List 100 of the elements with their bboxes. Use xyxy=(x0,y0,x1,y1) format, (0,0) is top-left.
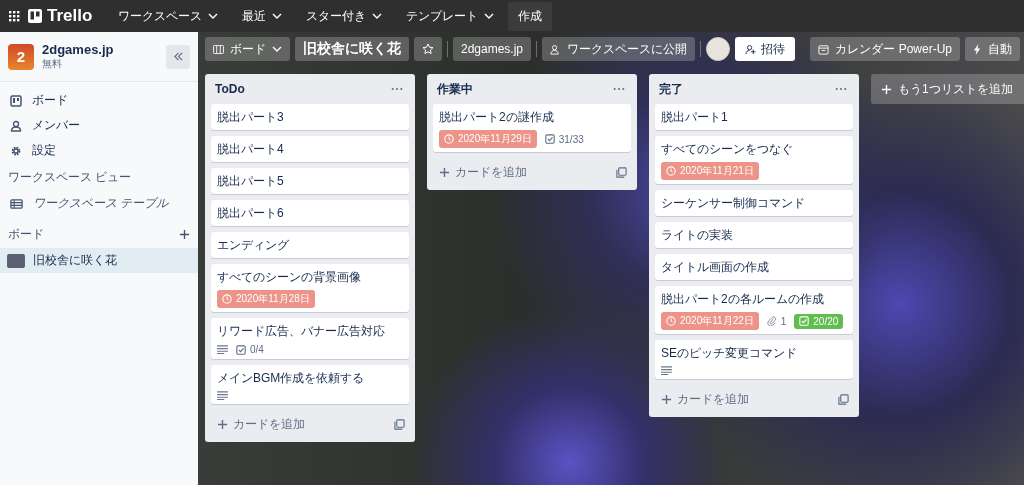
checkbox-icon xyxy=(236,344,246,355)
card[interactable]: 脱出パート4 xyxy=(211,136,409,162)
list-title: ToDo xyxy=(215,82,245,96)
calendar-icon xyxy=(818,43,830,55)
nav-menu[interactable]: テンプレート xyxy=(396,1,505,31)
card-title: タイトル画面の作成 xyxy=(661,259,770,276)
board-title[interactable]: 旧校舎に咲く花 xyxy=(295,37,409,61)
card[interactable]: シーケンサー制御コマンド xyxy=(655,190,853,216)
due-date-badge: 2020年11月29日 xyxy=(439,130,537,148)
sidebar-item[interactable]: ボード xyxy=(0,88,198,113)
view-switcher[interactable]: ボード xyxy=(205,37,290,61)
table-icon xyxy=(10,197,23,210)
ellipsis-icon xyxy=(835,87,847,91)
nav-menu[interactable]: スター付き xyxy=(296,1,393,31)
card-template-icon[interactable] xyxy=(838,393,849,405)
star-button[interactable] xyxy=(414,37,442,61)
card[interactable]: 脱出パート1 xyxy=(655,104,853,130)
card-template-icon[interactable] xyxy=(394,418,405,430)
section-heading: ボード xyxy=(8,225,44,243)
calendar-button[interactable]: カレンダー Power-Up xyxy=(810,37,960,61)
nav-menu[interactable]: ワークスペース xyxy=(108,1,229,31)
clock-icon xyxy=(666,166,676,176)
card-title: 脱出パート1 xyxy=(661,109,729,126)
card[interactable]: 脱出パート2の謎作成 2020年11月29日 31/33 xyxy=(433,104,631,152)
card-title: エンディング xyxy=(217,237,290,254)
card-title: 脱出パート2の各ルームの作成 xyxy=(661,291,825,308)
workspace-button[interactable]: 2dgames.jp xyxy=(453,37,532,61)
due-date-badge: 2020年11月22日 xyxy=(661,312,759,330)
due-date-badge: 2020年11月21日 xyxy=(661,162,759,180)
sidebar-item[interactable]: メンバー xyxy=(0,113,198,138)
list-menu-button[interactable] xyxy=(389,85,405,93)
avatar[interactable] xyxy=(706,37,731,61)
checklist-count: 20/20 xyxy=(794,313,844,329)
list-title: 完了 xyxy=(659,80,683,98)
nav-menu[interactable]: 最近 xyxy=(232,1,293,31)
add-list-button[interactable]: もう1つリストを追加 xyxy=(871,74,1024,104)
card[interactable]: すべてのシーンの背景画像 2020年11月28日 xyxy=(211,264,409,312)
star-icon xyxy=(422,43,434,55)
visibility-button[interactable]: ワークスペースに公開 xyxy=(542,37,696,61)
card-title: 脱出パート4 xyxy=(217,141,285,158)
card-title: メインBGM作成を依頼する xyxy=(217,370,366,387)
card[interactable]: 脱出パート5 xyxy=(211,168,409,194)
plan-label: 無料 xyxy=(42,57,63,71)
collapse-sidebar-button[interactable] xyxy=(166,44,190,69)
ellipsis-icon xyxy=(613,87,625,91)
person-icon xyxy=(10,119,22,132)
double-chevron-icon xyxy=(172,51,184,62)
clock-icon xyxy=(666,316,676,326)
caret-icon xyxy=(372,13,383,19)
add-board-button[interactable] xyxy=(179,228,190,240)
card[interactable]: タイトル画面の作成 xyxy=(655,254,853,280)
card-title: すべてのシーンの背景画像 xyxy=(217,269,362,286)
card[interactable]: 脱出パート6 xyxy=(211,200,409,226)
card-template-icon[interactable] xyxy=(616,166,627,178)
card[interactable]: メインBGM作成を依頼する xyxy=(211,365,409,404)
card-title: ライトの実装 xyxy=(661,227,734,244)
card[interactable]: 脱出パート3 xyxy=(211,104,409,130)
checklist-count: 0/4 xyxy=(236,344,264,355)
card[interactable]: SEのピッチ変更コマンド xyxy=(655,340,853,379)
clock-icon xyxy=(222,294,232,304)
board-thumbnail xyxy=(7,253,25,268)
sidebar-item[interactable]: 設定 xyxy=(0,138,198,163)
card[interactable]: 脱出パート2の各ルームの作成 2020年11月22日 1 20/20 xyxy=(655,286,853,334)
attachment-count: 1 xyxy=(766,315,787,327)
plus-icon xyxy=(439,166,450,178)
card-title: SEのピッチ変更コマンド xyxy=(661,345,798,362)
due-date-badge: 2020年11月28日 xyxy=(217,290,315,308)
section-heading: ワークスペース ビュー xyxy=(8,168,132,186)
plus-icon xyxy=(881,83,892,95)
card[interactable]: リワード広告、バナー広告対応 0/4 xyxy=(211,318,409,359)
add-person-icon xyxy=(745,43,757,55)
create-button[interactable]: 作成 xyxy=(508,1,553,31)
add-card-button[interactable]: カードを追加 xyxy=(437,161,529,183)
add-card-button[interactable]: カードを追加 xyxy=(659,388,751,410)
board-item[interactable]: 旧校舎に咲く花 xyxy=(0,248,198,273)
card-title: 脱出パート5 xyxy=(217,173,285,190)
checkbox-icon xyxy=(544,134,555,144)
plus-icon xyxy=(217,418,228,430)
list-menu-button[interactable] xyxy=(833,85,849,93)
card-title: シーケンサー制御コマンド xyxy=(661,195,806,212)
sidebar-item[interactable]: ワークスペース テーブル xyxy=(0,191,198,216)
trello-logo[interactable]: Trello xyxy=(28,6,93,26)
people-icon xyxy=(550,43,562,55)
list-title: 作業中 xyxy=(437,80,473,98)
card[interactable]: すべてのシーンをつなぐ 2020年11月21日 xyxy=(655,136,853,184)
invite-button[interactable]: 招待 xyxy=(735,37,796,61)
workspace-name: 2dgames.jp xyxy=(42,42,115,57)
caret-icon xyxy=(272,13,283,19)
card-title: すべてのシーンをつなぐ xyxy=(661,141,794,158)
card[interactable]: ライトの実装 xyxy=(655,222,853,248)
plus-icon xyxy=(179,228,190,240)
checklist-count: 31/33 xyxy=(544,133,584,145)
automation-button[interactable]: 自動 xyxy=(965,37,1020,61)
plus-icon xyxy=(661,393,672,405)
card-title: 脱出パート3 xyxy=(217,109,285,126)
card[interactable]: エンディング xyxy=(211,232,409,258)
list-menu-button[interactable] xyxy=(611,85,627,93)
board-icon xyxy=(10,94,22,107)
add-card-button[interactable]: カードを追加 xyxy=(215,413,307,435)
apps-grid-icon[interactable] xyxy=(8,10,20,22)
